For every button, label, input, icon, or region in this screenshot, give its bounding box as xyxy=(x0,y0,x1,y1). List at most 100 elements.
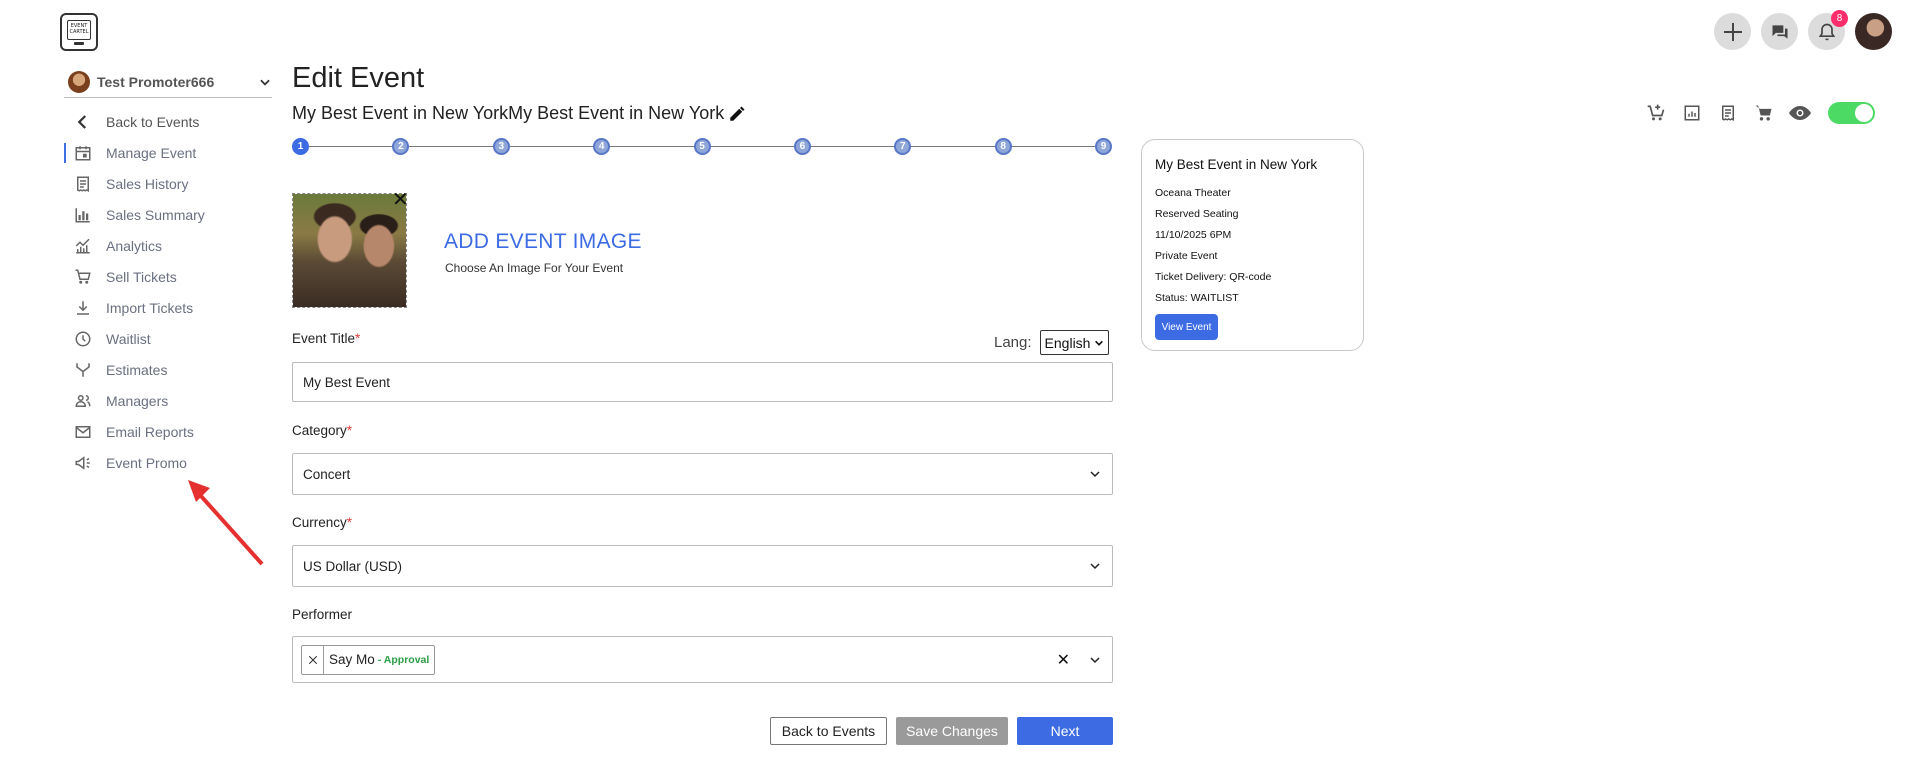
back-to-events-button[interactable]: Back to Events xyxy=(770,717,887,745)
sidebar-item-label: Back to Events xyxy=(106,113,200,130)
sidebar-item-label: Analytics xyxy=(106,237,163,254)
sidebar: Test Promoter666 Back to Events Manage E… xyxy=(64,70,272,478)
cart-icon[interactable] xyxy=(1752,101,1776,125)
preview-seating: Reserved Seating xyxy=(1155,207,1239,220)
step-2[interactable]: 2 xyxy=(392,138,410,155)
step-4[interactable]: 4 xyxy=(593,138,611,155)
currency-label: Currency* xyxy=(292,515,352,530)
sidebar-item-email-reports[interactable]: Email Reports xyxy=(64,416,272,447)
plus-icon xyxy=(1723,22,1742,41)
preview-venue: Oceana Theater xyxy=(1155,186,1231,199)
event-title-label: Event Title* xyxy=(292,331,360,346)
notifications-button[interactable]: 8 xyxy=(1808,10,1848,50)
analytics-icon xyxy=(73,236,93,256)
step-1[interactable]: 1 xyxy=(292,138,309,155)
event-title-input[interactable]: My Best Event xyxy=(292,362,1113,402)
merge-icon xyxy=(73,360,93,380)
sidebar-item-sales-history[interactable]: Sales History xyxy=(64,168,272,199)
event-title-value: My Best Event xyxy=(303,374,391,390)
add-event-image-link[interactable]: ADD EVENT IMAGE xyxy=(444,230,642,254)
sidebar-item-back-to-events[interactable]: Back to Events xyxy=(64,106,272,137)
sidebar-item-label: Sales Summary xyxy=(106,206,205,223)
approval-status: - Approval xyxy=(377,653,430,666)
event-title-label-text: Event Title xyxy=(292,331,356,346)
step-6[interactable]: 6 xyxy=(793,138,811,155)
next-button[interactable]: Next xyxy=(1017,717,1113,745)
sidebar-item-label: Email Reports xyxy=(106,423,194,440)
pencil-icon[interactable] xyxy=(728,105,746,123)
clear-performers-button[interactable]: ✕ xyxy=(1057,650,1070,670)
chevron-down-icon[interactable] xyxy=(1088,653,1102,667)
currency-label-text: Currency xyxy=(292,515,347,530)
people-icon xyxy=(73,391,93,411)
language-select[interactable]: English xyxy=(1039,330,1110,355)
calendar-icon xyxy=(73,143,93,163)
performer-name: Say Mo xyxy=(329,652,375,667)
category-value: Concert xyxy=(303,466,351,482)
add-to-cart-icon[interactable] xyxy=(1644,101,1668,125)
event-name-heading: My Best Event in New YorkMy Best Event i… xyxy=(292,103,746,124)
page-title: Edit Event xyxy=(292,62,425,94)
chevron-down-icon xyxy=(1088,559,1102,573)
sidebar-item-sales-summary[interactable]: Sales Summary xyxy=(64,199,272,230)
sidebar-item-label: Estimates xyxy=(106,361,168,378)
view-event-button[interactable]: View Event xyxy=(1155,314,1218,340)
required-mark: * xyxy=(346,423,353,438)
receipt-icon[interactable] xyxy=(1716,101,1740,125)
performer-chip-text: Say Mo - Approval xyxy=(324,646,434,674)
messages-button[interactable] xyxy=(1761,13,1798,50)
sidebar-item-label: Manage Event xyxy=(106,144,197,161)
megaphone-icon xyxy=(73,453,93,473)
save-changes-button[interactable]: Save Changes xyxy=(896,717,1008,745)
step-8[interactable]: 8 xyxy=(994,138,1012,155)
required-mark: * xyxy=(346,515,353,530)
eye-icon[interactable] xyxy=(1788,101,1812,125)
step-3[interactable]: 3 xyxy=(492,138,510,155)
sidebar-item-label: Sell Tickets xyxy=(106,268,177,285)
notification-badge: 8 xyxy=(1831,10,1848,27)
sidebar-item-managers[interactable]: Managers xyxy=(64,385,272,416)
currency-select[interactable]: US Dollar (USD) xyxy=(292,545,1113,587)
step-5[interactable]: 5 xyxy=(693,138,711,155)
step-9[interactable]: 9 xyxy=(1095,138,1112,155)
chevron-down-icon xyxy=(1088,467,1102,481)
clock-icon xyxy=(73,329,93,349)
performer-label: Performer xyxy=(292,607,353,622)
red-arrow-annotation xyxy=(188,480,264,566)
promoter-selector[interactable]: Test Promoter666 xyxy=(64,70,272,98)
remove-performer-button[interactable] xyxy=(302,645,324,674)
chevron-down-icon xyxy=(260,79,270,86)
preview-title: My Best Event in New York xyxy=(1155,157,1318,172)
mail-icon xyxy=(73,422,93,442)
chevron-down-icon xyxy=(1095,340,1104,346)
performer-select[interactable]: Say Mo - Approval ✕ xyxy=(292,636,1113,683)
event-image[interactable] xyxy=(292,193,407,308)
app-logo[interactable]: EVENT CARTEL xyxy=(60,13,98,51)
step-7[interactable]: 7 xyxy=(894,138,912,155)
sidebar-item-waitlist[interactable]: Waitlist xyxy=(64,323,272,354)
top-actions: 8 xyxy=(1714,10,1892,50)
sidebar-item-manage-event[interactable]: Manage Event xyxy=(64,137,272,168)
sidebar-item-label: Sales History xyxy=(106,175,189,192)
sidebar-item-estimates[interactable]: Estimates xyxy=(64,354,272,385)
user-avatar[interactable] xyxy=(1855,13,1892,50)
event-toolbar xyxy=(1644,101,1875,125)
chevron-left-icon xyxy=(73,112,93,132)
sidebar-item-import-tickets[interactable]: Import Tickets xyxy=(64,292,272,323)
cart-icon xyxy=(73,267,93,287)
sidebar-item-sell-tickets[interactable]: Sell Tickets xyxy=(64,261,272,292)
add-image-hint: Choose An Image For Your Event xyxy=(445,261,624,275)
sidebar-item-label: Managers xyxy=(106,392,169,409)
preview-datetime: 11/10/2025 6PM xyxy=(1155,228,1232,241)
publish-toggle[interactable] xyxy=(1828,102,1875,124)
category-select[interactable]: Concert xyxy=(292,453,1113,495)
remove-image-button[interactable]: ✕ xyxy=(392,190,409,210)
report-icon[interactable] xyxy=(1680,101,1704,125)
language-picker: Lang: English xyxy=(994,330,1110,355)
sidebar-item-label: Import Tickets xyxy=(106,299,194,316)
sidebar-item-analytics[interactable]: Analytics xyxy=(64,230,272,261)
receipt-icon xyxy=(73,174,93,194)
event-photo xyxy=(293,194,406,307)
sidebar-item-event-promo[interactable]: Event Promo xyxy=(64,447,272,478)
create-button[interactable] xyxy=(1714,13,1751,50)
